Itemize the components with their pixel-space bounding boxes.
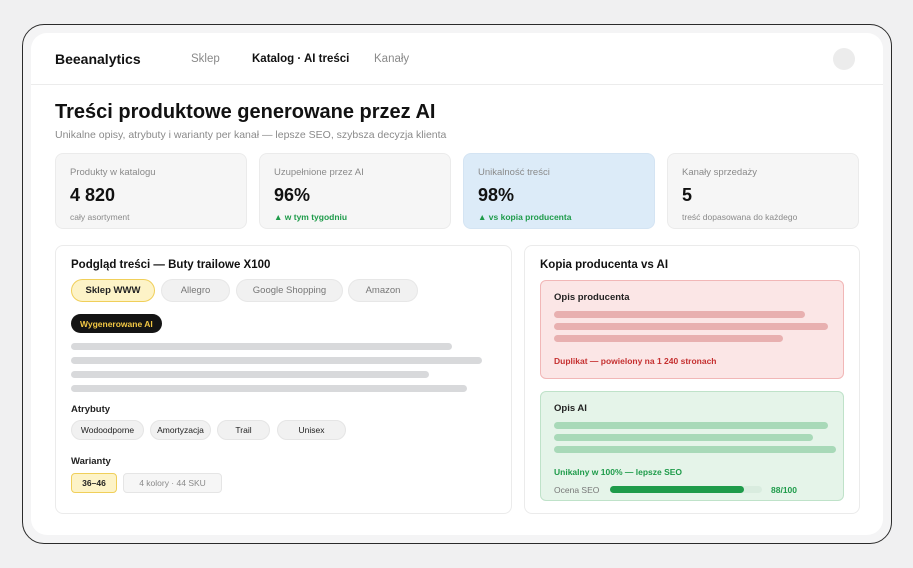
content-preview-panel: Podgląd treści — Buty trailowe X100 Skle… — [55, 245, 512, 514]
attribute-chip[interactable]: Unisex — [277, 420, 346, 440]
variants-label: Warianty — [71, 456, 111, 467]
seo-score-value: 88/100 — [771, 485, 797, 495]
kpi-label: Uzupełnione przez AI — [274, 167, 364, 178]
panel-title: Kopia producenta vs AI — [540, 259, 669, 271]
ai-generated-badge: Wygenerowane AI — [71, 314, 162, 333]
text-placeholder-line — [554, 335, 783, 342]
kpi-note: treść dopasowana do każdego — [682, 212, 798, 222]
unique-status: Unikalny w 100% — lepsze SEO — [554, 467, 683, 477]
panel-title: Podgląd treści — Buty trailowe X100 — [71, 259, 271, 271]
kpi-label: Produkty w katalogu — [70, 167, 156, 178]
nav-item-sklep[interactable]: Sklep — [191, 53, 220, 65]
kpi-value: 96% — [274, 185, 311, 205]
attribute-chip[interactable]: Amortyzacja — [150, 420, 211, 440]
card-title: Opis AI — [554, 403, 587, 414]
tab-amazon[interactable]: Amazon — [348, 279, 418, 302]
tab-google-shopping[interactable]: Google Shopping — [236, 279, 343, 302]
card-title: Opis producenta — [554, 292, 630, 303]
app-window: Beeanalytics Sklep Katalog · AI treści K… — [31, 33, 883, 535]
ai-description-card: Opis AI Unikalny w 100% — lepsze SEO Oce… — [540, 391, 844, 501]
text-placeholder-line — [554, 434, 813, 441]
kpi-value: 4 820 — [70, 185, 116, 205]
kpi-label: Unikalność treści — [478, 167, 550, 178]
attribute-chip[interactable]: Trail — [217, 420, 270, 440]
kpi-trend-note: ▲ w tym tygodniu — [274, 212, 348, 222]
text-placeholder-line — [554, 323, 828, 330]
text-placeholder-line — [554, 311, 805, 318]
page-subtitle: Unikalne opisy, atrybuty i warianty per … — [55, 129, 447, 141]
nav-item-kanaly[interactable]: Kanały — [374, 53, 409, 65]
page-title: Treści produktowe generowane przez AI — [55, 101, 436, 123]
comparison-panel: Kopia producenta vs AI Opis producenta D… — [524, 245, 860, 514]
kpi-label: Kanały sprzedaży — [682, 167, 757, 178]
seo-score-fill — [610, 486, 744, 493]
kpi-card-channels: Kanały sprzedaży 5 treść dopasowana do k… — [667, 153, 859, 229]
kpi-card-products: Produkty w katalogu 4 820 cały asortymen… — [55, 153, 247, 229]
attribute-chip[interactable]: Wodoodporne — [71, 420, 144, 440]
top-navigation-bar: Beeanalytics Sklep Katalog · AI treści K… — [31, 33, 883, 85]
nav-item-katalog[interactable]: Katalog · AI treści — [252, 53, 349, 65]
producer-description-card: Opis producenta Duplikat — powielony na … — [540, 280, 844, 379]
tab-allegro[interactable]: Allegro — [161, 279, 230, 302]
text-placeholder-line — [71, 357, 482, 364]
brand-logo: Beeanalytics — [55, 51, 141, 67]
tab-sklep-www[interactable]: Sklep WWW — [71, 279, 155, 302]
text-placeholder-line — [554, 422, 828, 429]
avatar[interactable] — [833, 48, 855, 70]
attributes-label: Atrybuty — [71, 404, 111, 415]
kpi-note: cały asortyment — [70, 212, 130, 222]
seo-score-label: Ocena SEO — [554, 485, 600, 495]
kpi-card-ai-filled: Uzupełnione przez AI 96% ▲ w tym tygodni… — [259, 153, 451, 229]
seo-score-bar — [610, 486, 762, 493]
text-placeholder-line — [71, 385, 467, 392]
text-placeholder-line — [554, 446, 836, 453]
variant-size-chip[interactable]: 36–46 — [71, 473, 117, 493]
kpi-trend-note: ▲ vs kopia producenta — [478, 212, 572, 222]
variant-colors-chip[interactable]: 4 kolory · 44 SKU — [123, 473, 222, 493]
duplicate-status: Duplikat — powielony na 1 240 stronach — [554, 356, 717, 366]
kpi-value: 98% — [478, 185, 515, 205]
text-placeholder-line — [71, 371, 429, 378]
kpi-value: 5 — [682, 185, 693, 205]
text-placeholder-line — [71, 343, 452, 350]
kpi-card-uniqueness: Unikalność treści 98% ▲ vs kopia produce… — [463, 153, 655, 229]
device-frame: Beeanalytics Sklep Katalog · AI treści K… — [22, 24, 892, 544]
